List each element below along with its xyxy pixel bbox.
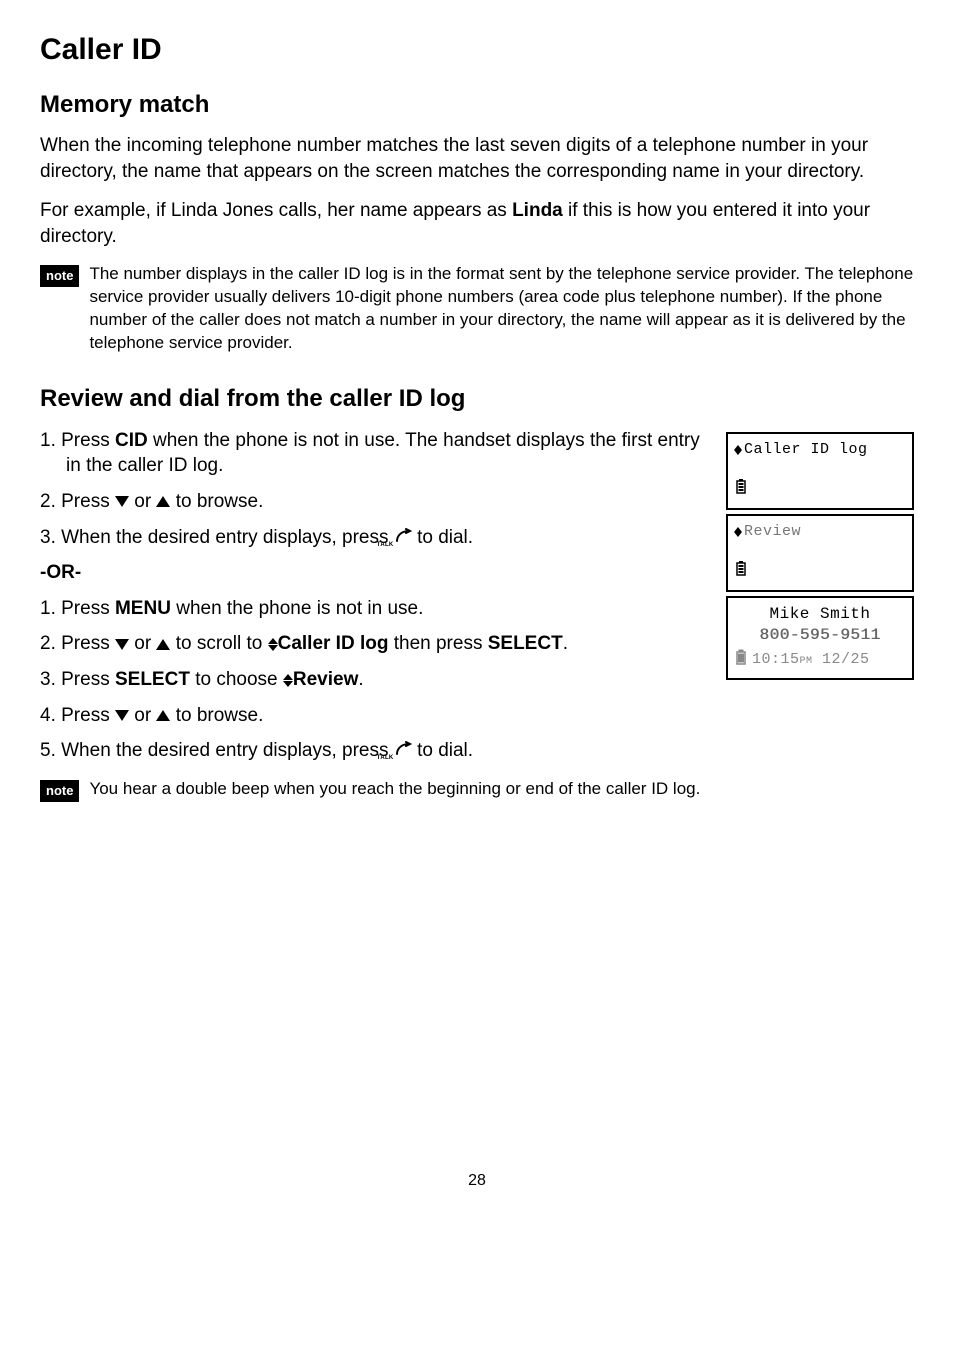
note-block: note You hear a double beep when you rea… bbox=[40, 778, 708, 802]
lcd-caller-number: 800-595-9511 bbox=[734, 625, 906, 647]
bold-text: CID bbox=[115, 430, 148, 451]
instruction-list-b: 1. Press MENU when the phone is not in u… bbox=[40, 596, 708, 764]
text: 1. Press bbox=[40, 430, 115, 451]
text: then press bbox=[388, 633, 487, 654]
text: to dial. bbox=[412, 740, 473, 761]
talk-icon: TALK bbox=[394, 741, 412, 761]
text: when the phone is not in use. bbox=[171, 598, 423, 619]
paragraph: For example, if Linda Jones calls, her n… bbox=[40, 198, 914, 249]
text: . bbox=[563, 633, 568, 654]
text: or bbox=[129, 633, 156, 654]
text: . bbox=[358, 669, 363, 690]
bold-text: SELECT bbox=[115, 669, 190, 690]
lcd-screen-entry: Mike Smith 800-595-9511 10:15PM 12/25 bbox=[726, 596, 914, 680]
section-heading-memory-match: Memory match bbox=[40, 89, 914, 121]
up-down-icon bbox=[734, 445, 742, 455]
text: 1. Press bbox=[40, 598, 115, 619]
lcd-date: 12/25 bbox=[822, 651, 870, 668]
page-number: 28 bbox=[40, 1170, 914, 1192]
list-item: 2. Press or to scroll to Caller ID log t… bbox=[40, 631, 708, 657]
page-title: Caller ID bbox=[40, 30, 914, 71]
up-down-icon bbox=[283, 674, 293, 687]
battery-icon bbox=[734, 478, 748, 501]
text: when the phone is not in use. The handse… bbox=[66, 430, 700, 477]
text: or bbox=[129, 705, 156, 726]
up-arrow-icon bbox=[156, 639, 170, 650]
lcd-screen-caller-id-log: Caller ID log bbox=[726, 432, 914, 510]
talk-icon: TALK bbox=[394, 528, 412, 548]
list-item: 1. Press CID when the phone is not in us… bbox=[40, 428, 708, 479]
lcd-text: Caller ID log bbox=[744, 440, 868, 460]
note-text: You hear a double beep when you reach th… bbox=[89, 778, 700, 801]
section-heading-review-dial: Review and dial from the caller ID log bbox=[40, 383, 914, 415]
note-text: The number displays in the caller ID log… bbox=[89, 263, 914, 355]
bold-text: SELECT bbox=[488, 633, 563, 654]
list-item: 3. Press SELECT to choose Review. bbox=[40, 667, 708, 693]
list-item: 2. Press or to browse. bbox=[40, 489, 708, 515]
lcd-text: Review bbox=[744, 522, 801, 542]
text: to browse. bbox=[170, 705, 263, 726]
instruction-list-a: 1. Press CID when the phone is not in us… bbox=[40, 428, 708, 551]
bold-text: MENU bbox=[115, 598, 171, 619]
text: or bbox=[129, 491, 156, 512]
text: 3. When the desired entry displays, pres… bbox=[40, 527, 394, 548]
battery-icon bbox=[734, 560, 748, 583]
up-arrow-icon bbox=[156, 496, 170, 507]
lcd-time: 10:15 bbox=[752, 651, 800, 668]
list-item: 3. When the desired entry displays, pres… bbox=[40, 525, 708, 551]
text: to browse. bbox=[170, 491, 263, 512]
text: 4. Press bbox=[40, 705, 115, 726]
list-item: 4. Press or to browse. bbox=[40, 703, 708, 729]
text: 3. Press bbox=[40, 669, 115, 690]
list-item: 5. When the desired entry displays, pres… bbox=[40, 738, 708, 764]
down-arrow-icon bbox=[115, 496, 129, 507]
down-arrow-icon bbox=[115, 639, 129, 650]
note-block: note The number displays in the caller I… bbox=[40, 263, 914, 355]
text: to scroll to bbox=[170, 633, 267, 654]
battery-icon bbox=[734, 649, 748, 672]
lcd-ampm: PM bbox=[800, 656, 813, 667]
note-badge: note bbox=[40, 780, 79, 802]
text: 2. Press bbox=[40, 491, 115, 512]
text: 2. Press bbox=[40, 633, 115, 654]
bold-text: Caller ID log bbox=[278, 633, 389, 654]
list-item: 1. Press MENU when the phone is not in u… bbox=[40, 596, 708, 622]
note-badge: note bbox=[40, 265, 79, 287]
up-down-icon bbox=[268, 638, 278, 651]
up-down-icon bbox=[734, 527, 742, 537]
text: to choose bbox=[190, 669, 283, 690]
lcd-screen-review: Review bbox=[726, 514, 914, 592]
paragraph: When the incoming telephone number match… bbox=[40, 133, 914, 184]
lcd-caller-name: Mike Smith bbox=[734, 604, 906, 626]
text: 5. When the desired entry displays, pres… bbox=[40, 740, 394, 761]
or-separator: -OR- bbox=[40, 560, 708, 586]
text: to dial. bbox=[412, 527, 473, 548]
down-arrow-icon bbox=[115, 710, 129, 721]
text: For example, if Linda Jones calls, her n… bbox=[40, 200, 512, 221]
bold-text: Linda bbox=[512, 200, 563, 221]
bold-text: Review bbox=[293, 669, 358, 690]
up-arrow-icon bbox=[156, 710, 170, 721]
